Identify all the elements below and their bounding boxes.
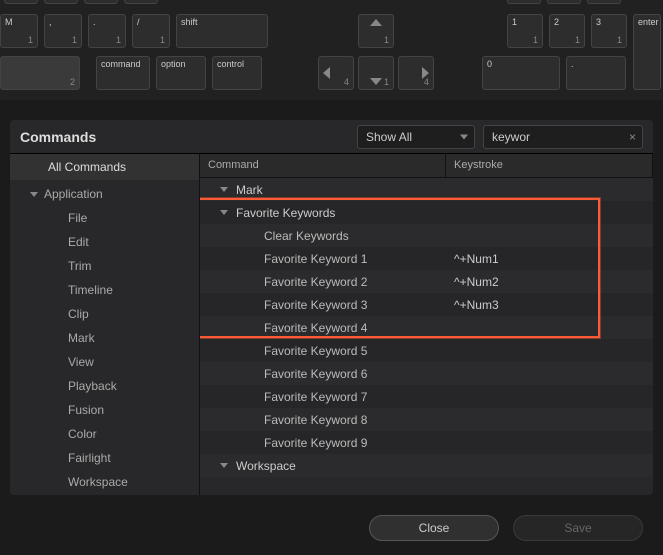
search-field[interactable]: × xyxy=(483,125,643,149)
key-control[interactable]: control xyxy=(212,56,262,90)
sidebar-item-file[interactable]: File xyxy=(10,206,199,230)
header-command[interactable]: Command xyxy=(200,154,446,177)
dialog-footer: Close Save xyxy=(369,515,643,541)
sidebar-item-workspace[interactable]: Workspace xyxy=(10,470,199,494)
key-num0[interactable]: 0 xyxy=(482,56,560,90)
row-fav-keyword-3[interactable]: Favorite Keyword 3^+Num3 xyxy=(200,293,653,316)
chevron-down-icon xyxy=(460,134,468,139)
key-partial[interactable] xyxy=(44,0,78,4)
chevron-down-icon xyxy=(30,192,38,197)
panel-title: Commands xyxy=(20,129,357,145)
row-fav-keyword-1[interactable]: Favorite Keyword 1^+Num1 xyxy=(200,247,653,270)
clear-search-icon[interactable]: × xyxy=(629,130,636,144)
commands-panel: Commands Show All × All Commands Applica… xyxy=(10,120,653,495)
key-partial[interactable] xyxy=(124,0,158,4)
key-period[interactable]: .1 xyxy=(88,14,126,48)
chevron-down-icon xyxy=(220,210,228,215)
sidebar-root-application[interactable]: Application xyxy=(10,182,199,206)
filter-dropdown[interactable]: Show All xyxy=(357,125,475,149)
row-fav-keyword-2[interactable]: Favorite Keyword 2^+Num2 xyxy=(200,270,653,293)
search-input[interactable] xyxy=(492,130,634,144)
filter-label: Show All xyxy=(366,130,412,144)
key-arrow-left[interactable]: 4 xyxy=(318,56,354,90)
key-m[interactable]: M1 xyxy=(0,14,38,48)
sidebar-tree[interactable]: Application File Edit Trim Timeline Clip… xyxy=(10,180,199,495)
sidebar-item-fairlight[interactable]: Fairlight xyxy=(10,446,199,470)
key-num1[interactable]: 11 xyxy=(507,14,543,48)
key-big-blank[interactable]: 2 xyxy=(0,56,80,90)
chevron-down-icon xyxy=(220,463,228,468)
key-partial[interactable] xyxy=(547,0,581,4)
key-num2[interactable]: 21 xyxy=(549,14,585,48)
sidebar-item-clip[interactable]: Clip xyxy=(10,302,199,326)
header-keystroke[interactable]: Keystroke xyxy=(446,154,653,177)
key-partial[interactable] xyxy=(4,0,38,4)
commands-sidebar: All Commands Application File Edit Trim … xyxy=(10,154,200,495)
row-fav-keyword-5[interactable]: Favorite Keyword 5 xyxy=(200,339,653,362)
row-clear-keywords[interactable]: Clear Keywords xyxy=(200,224,653,247)
row-group-favorite-keywords[interactable]: Favorite Keywords xyxy=(200,201,653,224)
key-option[interactable]: option xyxy=(156,56,206,90)
arrow-left-icon xyxy=(323,67,330,79)
chevron-down-icon xyxy=(220,187,228,192)
keyboard-strip: M1 ,1 .1 /1 shift 1 11 21 31 enter 2 com… xyxy=(0,0,663,100)
sidebar-item-fusion[interactable]: Fusion xyxy=(10,398,199,422)
sidebar-item-mark[interactable]: Mark xyxy=(10,326,199,350)
row-fav-keyword-9[interactable]: Favorite Keyword 9 xyxy=(200,431,653,454)
sidebar-item-color[interactable]: Color xyxy=(10,422,199,446)
table-body[interactable]: Mark Favorite Keywords Clear Keywords Fa… xyxy=(200,178,653,495)
sidebar-item-playback[interactable]: Playback xyxy=(10,374,199,398)
close-button[interactable]: Close xyxy=(369,515,499,541)
key-arrow-up[interactable]: 1 xyxy=(358,14,394,48)
row-fav-keyword-8[interactable]: Favorite Keyword 8 xyxy=(200,408,653,431)
key-comma[interactable]: ,1 xyxy=(44,14,82,48)
key-partial[interactable] xyxy=(84,0,118,4)
row-fav-keyword-7[interactable]: Favorite Keyword 7 xyxy=(200,385,653,408)
sidebar-item-edit[interactable]: Edit xyxy=(10,230,199,254)
sidebar-item-timeline[interactable]: Timeline xyxy=(10,278,199,302)
row-fav-keyword-4[interactable]: Favorite Keyword 4 xyxy=(200,316,653,339)
save-button: Save xyxy=(513,515,643,541)
sidebar-all-commands[interactable]: All Commands xyxy=(10,154,199,180)
key-command[interactable]: command xyxy=(96,56,150,90)
key-num3[interactable]: 31 xyxy=(591,14,627,48)
row-group-mark[interactable]: Mark xyxy=(200,178,653,201)
row-fav-keyword-6[interactable]: Favorite Keyword 6 xyxy=(200,362,653,385)
arrow-up-icon xyxy=(370,19,382,26)
row-group-workspace[interactable]: Workspace xyxy=(200,454,653,477)
key-arrow-down[interactable]: 1 xyxy=(358,56,394,90)
commands-table: Command Keystroke Mark Favorite Keywords… xyxy=(200,154,653,495)
key-shift[interactable]: shift xyxy=(176,14,268,48)
key-partial[interactable] xyxy=(507,0,541,4)
table-header: Command Keystroke xyxy=(200,154,653,178)
key-numdot[interactable]: . xyxy=(566,56,626,90)
key-arrow-right[interactable]: 4 xyxy=(398,56,434,90)
arrow-down-icon xyxy=(370,78,382,85)
key-slash[interactable]: /1 xyxy=(132,14,170,48)
key-partial[interactable] xyxy=(587,0,621,4)
key-enter[interactable]: enter xyxy=(633,14,661,90)
sidebar-item-trim[interactable]: Trim xyxy=(10,254,199,278)
sidebar-item-view[interactable]: View xyxy=(10,350,199,374)
